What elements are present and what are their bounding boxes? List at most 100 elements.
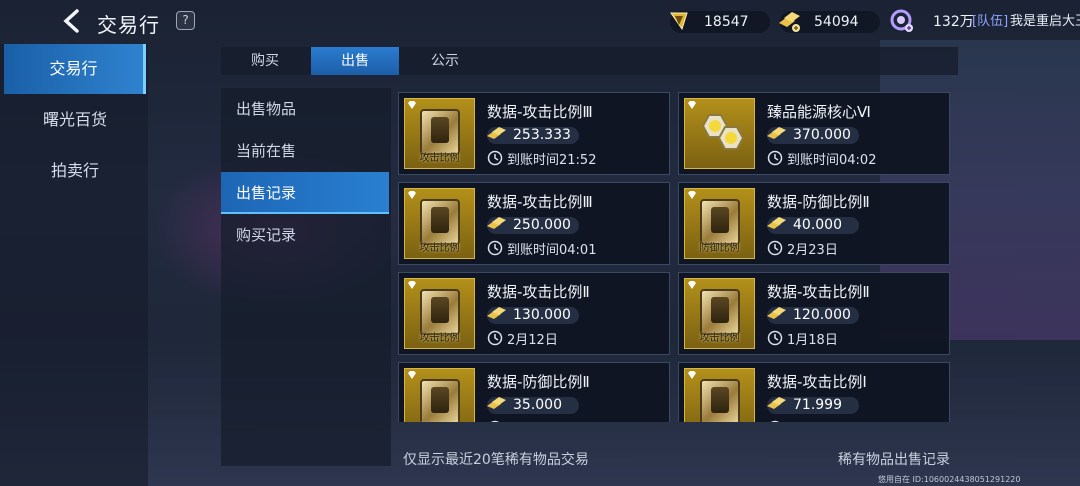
- currency3-value: 132万: [933, 14, 974, 30]
- price-display: 71.999: [767, 397, 859, 414]
- item-type-label: 攻击比例: [419, 333, 460, 344]
- submenu-on-sale[interactable]: 当前在售: [221, 130, 389, 172]
- item-price: 35.000: [513, 397, 562, 413]
- submenu-sell-records[interactable]: 出售记录: [221, 172, 389, 214]
- clock-icon: [487, 150, 503, 166]
- item-price: 71.999: [793, 397, 842, 413]
- currency2-value: 54094: [814, 14, 859, 30]
- item-thumbnail: 防御比例: [684, 188, 755, 259]
- price-display: 370.000: [767, 127, 859, 144]
- currency1-value: 18547: [704, 14, 749, 30]
- item-time: 2月23日: [787, 243, 838, 258]
- item-price: 130.000: [513, 307, 571, 323]
- price-display: 35.000: [487, 397, 579, 414]
- gold-bar-icon: [487, 397, 506, 409]
- item-name: 数据-攻击比例Ⅱ: [767, 283, 870, 301]
- gold-bar-icon: [487, 127, 506, 139]
- clock-icon: [767, 330, 783, 346]
- item-type-label: 攻击比例: [419, 243, 460, 254]
- team-channel-tag[interactable]: [队伍]: [972, 11, 1008, 33]
- item-time: 12月27日: [787, 419, 846, 422]
- footer-note: 仅显示最近20笔稀有物品交易: [403, 452, 589, 468]
- price-display: 253.333: [487, 127, 579, 144]
- gold-bar-icon: [767, 127, 786, 139]
- record-card[interactable]: 攻击比例 数据-攻击比例Ⅲ 253.333 到账时间21:52: [398, 92, 670, 175]
- sidebar: 交易行 曙光百货 拍卖行: [0, 44, 148, 486]
- item-price: 250.000: [513, 217, 571, 233]
- rare-gem-icon: [408, 281, 416, 289]
- clock-icon: [487, 240, 503, 256]
- gold-bar-icon: [767, 307, 786, 319]
- item-time: 到账时间04:02: [787, 153, 877, 168]
- back-arrow-icon[interactable]: [60, 8, 84, 34]
- rare-gem-icon: [408, 191, 416, 199]
- item-thumbnail: 攻击比例: [684, 368, 755, 422]
- item-time: 到账时间21:52: [507, 153, 597, 168]
- rare-sell-records-link[interactable]: 稀有物品出售记录: [838, 449, 950, 469]
- item-thumbnail: [684, 98, 755, 169]
- item-type-label: 防御比例: [405, 419, 474, 422]
- item-type-label: 攻击比例: [699, 333, 740, 344]
- defense-data-card-icon: [420, 379, 460, 422]
- item-name: 数据-攻击比例Ⅱ: [487, 283, 590, 301]
- help-icon[interactable]: ?: [176, 11, 195, 30]
- currency-gold-display[interactable]: 54094: [779, 11, 880, 33]
- price-display: 120.000: [767, 307, 859, 324]
- item-type-label: 攻击比例: [419, 153, 460, 164]
- item-time: 1月18日: [787, 333, 838, 348]
- record-card[interactable]: 攻击比例 数据-攻击比例Ⅱ 130.000 2月12日: [398, 272, 670, 355]
- item-type-label: 防御比例: [699, 243, 740, 254]
- watermark: 悠用自在 ID:1060024438051291220: [878, 475, 1021, 484]
- tab-public[interactable]: 公示: [401, 47, 489, 75]
- clock-icon: [490, 420, 500, 422]
- energy-core-icon: [701, 114, 745, 150]
- sidebar-item-exchange[interactable]: 交易行: [4, 44, 146, 94]
- clock-icon: [770, 420, 780, 422]
- gold-bar-icon: [767, 397, 786, 409]
- tab-buy[interactable]: 购买: [221, 47, 309, 75]
- record-card[interactable]: 防御比例 数据-防御比例Ⅱ 35.000 1月10日: [398, 362, 670, 422]
- item-price: 120.000: [793, 307, 851, 323]
- item-time: 1月10日: [507, 419, 558, 422]
- gold-bar-icon: [767, 217, 786, 229]
- record-card[interactable]: 攻击比例 数据-攻击比例Ⅱ 120.000 1月18日: [678, 272, 950, 355]
- item-name: 数据-攻击比例Ⅰ: [767, 373, 867, 391]
- gold-bar-icon: [779, 12, 800, 32]
- currency-gem-display[interactable]: 18547: [670, 11, 770, 33]
- submenu-buy-records[interactable]: 购买记录: [221, 214, 389, 256]
- rare-gem-icon: [408, 101, 416, 109]
- item-time: 2月12日: [507, 333, 558, 348]
- item-price: 253.333: [513, 127, 571, 143]
- item-name: 臻品能源核心Ⅵ: [767, 103, 871, 121]
- sidebar-item-auction[interactable]: 拍卖行: [4, 146, 146, 196]
- item-thumbnail: 攻击比例: [404, 278, 475, 349]
- item-thumbnail: 攻击比例: [404, 188, 475, 259]
- item-type-label: 攻击比例: [685, 419, 754, 422]
- submenu-sell-items[interactable]: 出售物品: [221, 88, 389, 130]
- price-display: 40.000: [767, 217, 859, 234]
- item-name: 数据-防御比例Ⅱ: [487, 373, 590, 391]
- item-thumbnail: 攻击比例: [404, 98, 475, 169]
- record-card[interactable]: 攻击比例 数据-攻击比例Ⅰ 71.999 12月27日: [678, 362, 950, 422]
- page-title: 交易行: [97, 13, 160, 37]
- record-card[interactable]: 臻品能源核心Ⅵ 370.000 到账时间04:02: [678, 92, 950, 175]
- item-name: 数据-防御比例Ⅱ: [767, 193, 870, 211]
- tab-bar: 购买 出售 公示: [221, 47, 958, 75]
- price-display: 250.000: [487, 217, 579, 234]
- sidebar-item-department-store[interactable]: 曙光百货: [4, 95, 146, 145]
- sell-record-list[interactable]: 攻击比例 数据-攻击比例Ⅲ 253.333 到账时间21:52 臻品能源核心Ⅵ 370.0…: [398, 88, 958, 422]
- team-chat-message[interactable]: 我是重启大王: [1010, 11, 1080, 33]
- record-card[interactable]: 攻击比例 数据-攻击比例Ⅲ 250.000 到账时间04:01: [398, 182, 670, 265]
- tab-sell[interactable]: 出售: [311, 47, 399, 75]
- item-thumbnail: 攻击比例: [684, 278, 755, 349]
- price-display: 130.000: [487, 307, 579, 324]
- clock-icon: [767, 240, 783, 256]
- item-time: 到账时间04:01: [507, 243, 597, 258]
- record-card[interactable]: 防御比例 数据-防御比例Ⅱ 40.000 2月23日: [678, 182, 950, 265]
- purple-orb-icon: [890, 9, 913, 32]
- attack-data-card-icon: [700, 379, 740, 422]
- item-name: 数据-攻击比例Ⅲ: [487, 193, 593, 211]
- top-bar: 交易行 ? 18547 54094 132万 [队伍] 我是重启大王: [0, 0, 1080, 44]
- item-price: 40.000: [793, 217, 842, 233]
- rare-gem-icon: [688, 371, 696, 379]
